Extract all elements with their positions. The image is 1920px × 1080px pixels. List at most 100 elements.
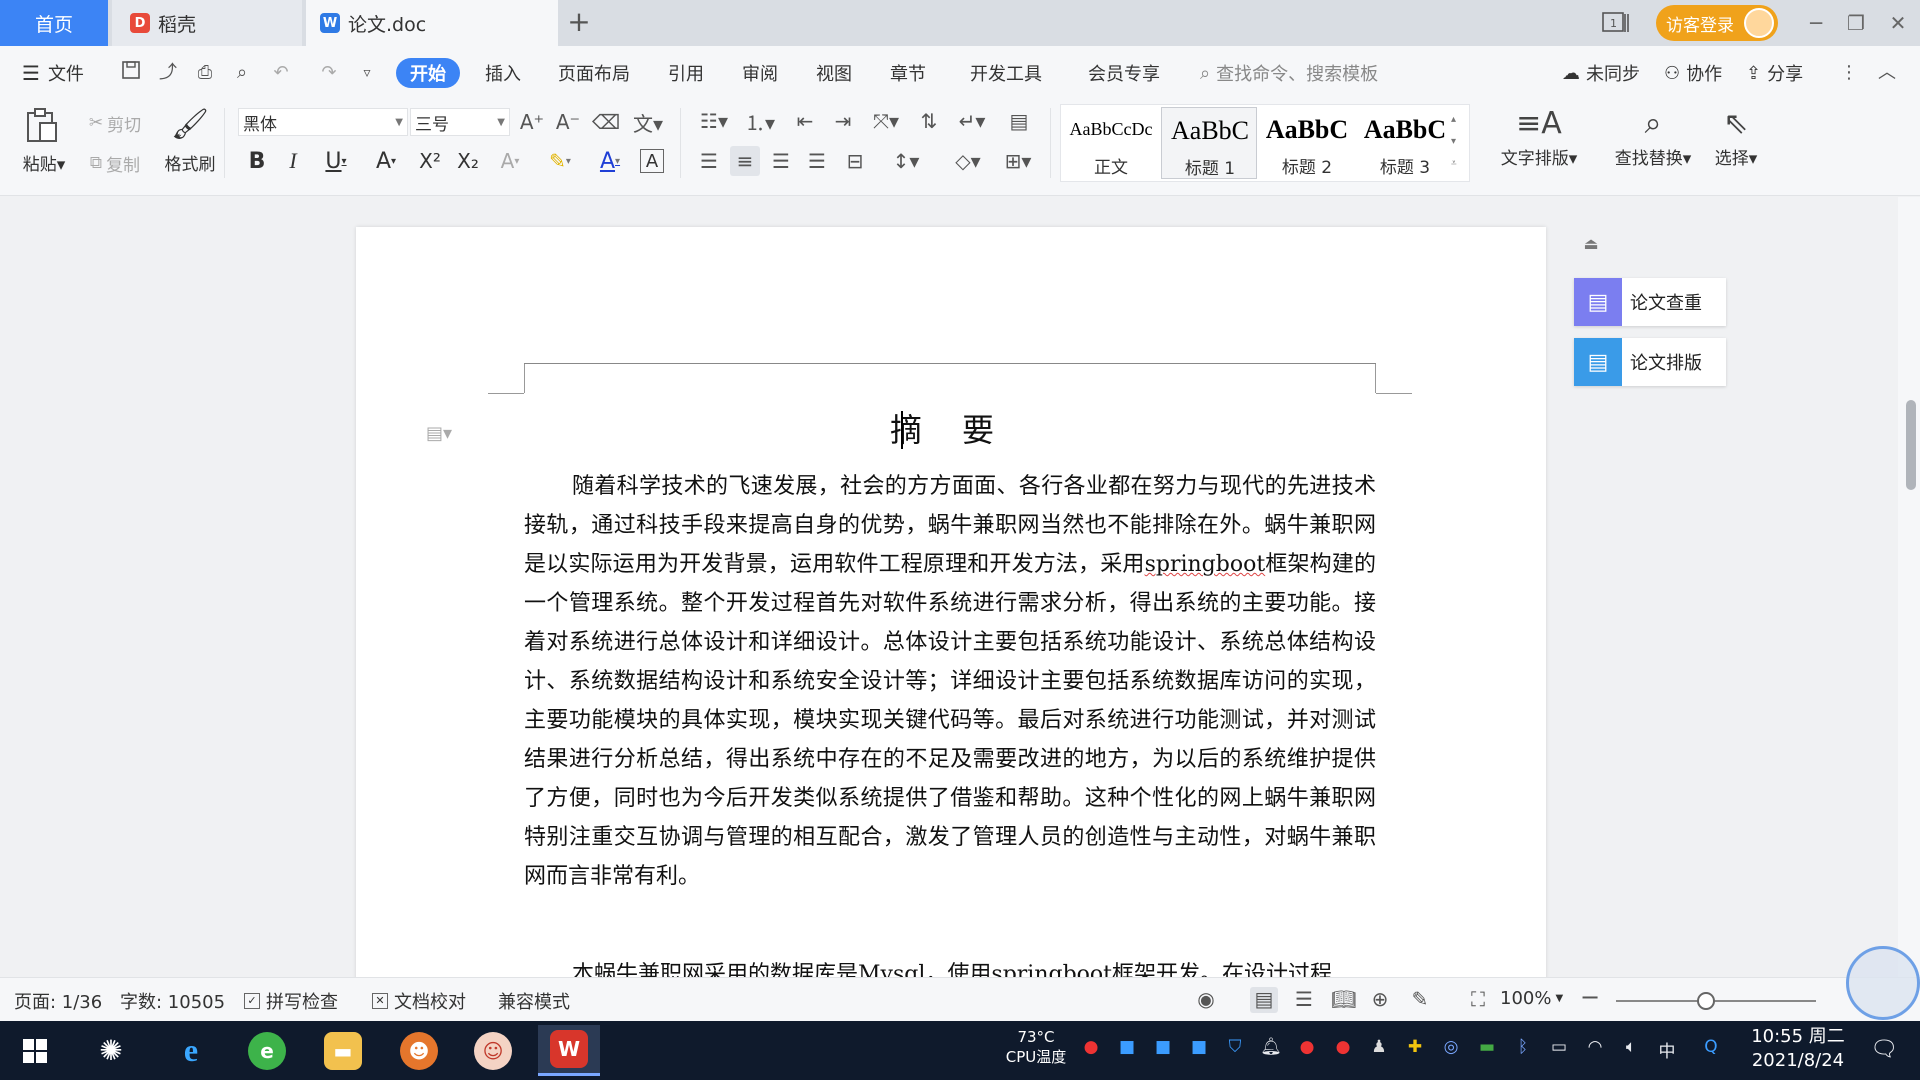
battery-icon[interactable]: ▭: [1548, 1037, 1570, 1061]
line-spacing-icon[interactable]: ↕▾: [886, 146, 926, 176]
fit-page-icon[interactable]: ⛶: [1464, 987, 1492, 1013]
font-color-icon[interactable]: A ▾: [588, 146, 632, 176]
text-direction-icon[interactable]: ⤧▾: [866, 106, 906, 136]
scrollbar-thumb[interactable]: [1906, 400, 1916, 490]
superscript-icon[interactable]: X²: [414, 146, 446, 176]
eye-protection-icon[interactable]: ◉: [1192, 987, 1220, 1013]
security-shield-icon[interactable]: ⛉: [1224, 1037, 1246, 1061]
decrease-font-icon[interactable]: A⁻: [554, 108, 582, 136]
more-icon[interactable]: ⋮: [1836, 60, 1862, 86]
tray-app-icon[interactable]: ■: [1188, 1037, 1210, 1061]
misspelled-word[interactable]: springboot: [991, 962, 1112, 977]
tray-app-icon[interactable]: ✚: [1404, 1037, 1426, 1061]
pinwheel-app-icon[interactable]: ✺: [80, 1025, 142, 1076]
system-clock[interactable]: 10:55 周二 2021/8/24: [1746, 1025, 1850, 1073]
italic-icon[interactable]: I: [278, 146, 308, 176]
sort-icon[interactable]: ⇅: [914, 106, 944, 136]
menu-developer[interactable]: 开发工具: [970, 58, 1042, 88]
menu-references[interactable]: 引用: [668, 58, 704, 88]
floating-assistant[interactable]: [1846, 946, 1920, 1020]
share-button[interactable]: ⇪ 分享: [1746, 58, 1803, 88]
align-right-icon[interactable]: ☰: [766, 146, 796, 176]
start-button[interactable]: [4, 1025, 66, 1076]
zoom-select[interactable]: 100% ▼: [1500, 988, 1563, 1009]
find-replace-button[interactable]: ⌕ 查找替换▾: [1608, 104, 1698, 180]
tab-document[interactable]: W 论文.doc: [306, 0, 558, 46]
thesis-layout-button[interactable]: ▤ 论文排版: [1574, 338, 1726, 386]
close-button[interactable]: ✕: [1880, 6, 1916, 40]
proofread-button[interactable]: ✕ 文档校对: [372, 988, 466, 1014]
cpu-temperature[interactable]: 73°C CPU温度: [996, 1027, 1076, 1067]
vertical-scrollbar[interactable]: [1898, 197, 1920, 977]
misspelled-word[interactable]: springboot: [1145, 552, 1266, 577]
borders-icon[interactable]: ⊞▾: [998, 146, 1038, 176]
tray-app-icon[interactable]: ●: [1332, 1037, 1354, 1061]
avatar-app-icon[interactable]: ☺: [462, 1025, 524, 1076]
char-border-icon[interactable]: A: [640, 149, 664, 173]
print-preview-icon[interactable]: ⌕: [229, 60, 255, 86]
sync-button[interactable]: ☁ 未同步: [1562, 58, 1640, 88]
copy-button[interactable]: ⧉ 复制: [80, 148, 150, 178]
volume-icon[interactable]: 🔈︎: [1620, 1037, 1642, 1061]
style-heading-3[interactable]: AaBbC 标题 3: [1357, 107, 1453, 179]
outline-view-icon[interactable]: ☰: [1290, 987, 1318, 1013]
menu-page-layout[interactable]: 页面布局: [558, 58, 630, 88]
menu-chapter[interactable]: 章节: [890, 58, 926, 88]
login-button[interactable]: 访客登录: [1656, 5, 1778, 41]
action-center-icon[interactable]: 🗨︎: [1870, 1037, 1898, 1062]
redo-icon[interactable]: ↷: [316, 60, 342, 86]
notification-bell-icon[interactable]: 🔔︎: [1260, 1037, 1282, 1061]
shading-icon[interactable]: ◇▾: [948, 146, 988, 176]
qq-icon[interactable]: ♟: [1368, 1037, 1390, 1061]
collab-button[interactable]: ⚇ 协作: [1664, 58, 1722, 88]
restore-button[interactable]: ❐: [1838, 6, 1874, 40]
styles-scroll-icon[interactable]: ▴ ▾ ⩡: [1451, 109, 1457, 175]
format-painter-icon[interactable]: 🖌︎: [171, 104, 209, 144]
paste-button[interactable]: 粘贴▾: [16, 150, 72, 175]
distribute-icon[interactable]: ⊟: [840, 146, 870, 176]
save-icon[interactable]: [118, 60, 144, 86]
style-heading-1[interactable]: AaBbC 标题 1: [1161, 107, 1257, 179]
tray-app-icon[interactable]: ◎: [1440, 1037, 1462, 1061]
bluetooth-icon[interactable]: ᛒ: [1512, 1037, 1534, 1061]
menu-review[interactable]: 审阅: [742, 58, 778, 88]
increase-indent-icon[interactable]: ⇥: [828, 106, 858, 136]
align-left-icon[interactable]: ☰: [694, 146, 724, 176]
new-tab-button[interactable]: +: [562, 6, 596, 40]
strikethrough-icon[interactable]: A ▾: [364, 146, 408, 176]
text-layout-button[interactable]: ≡A 文字排版▾: [1494, 104, 1584, 180]
tray-app-icon[interactable]: ●: [1296, 1037, 1318, 1061]
input-method-indicator[interactable]: 中: [1656, 1037, 1678, 1062]
format-painter-button[interactable]: 格式刷: [160, 150, 220, 175]
misspelled-word[interactable]: Mysql: [858, 962, 925, 977]
spell-check-button[interactable]: ✓ 拼写检查: [244, 988, 338, 1014]
zoom-slider-handle[interactable]: [1697, 992, 1715, 1010]
undo-icon[interactable]: ↶: [268, 60, 294, 86]
tab-docer[interactable]: D 稻壳: [112, 0, 302, 46]
clear-format-icon[interactable]: ⌫: [592, 108, 620, 136]
command-search[interactable]: ⌕ 查找命令、搜索模板: [1200, 58, 1378, 88]
menu-insert[interactable]: 插入: [485, 58, 521, 88]
print-icon[interactable]: ⎙: [192, 60, 218, 86]
writing-mode-icon[interactable]: ✎: [1406, 987, 1434, 1013]
font-size-select[interactable]: 三号 ▼: [410, 108, 510, 136]
thesis-check-button[interactable]: ▤ 论文查重: [1574, 278, 1726, 326]
text-effect-icon[interactable]: A ▾: [490, 146, 530, 176]
gpu-icon[interactable]: ▬: [1476, 1037, 1498, 1061]
document-title[interactable]: 摘 要: [524, 405, 1376, 451]
minimize-button[interactable]: ─: [1798, 6, 1834, 40]
ruler-icon[interactable]: ▤: [1002, 106, 1036, 136]
tray-app-icon[interactable]: ●: [1080, 1037, 1102, 1061]
window-layout-icon[interactable]: 1: [1596, 0, 1636, 46]
cut-button[interactable]: ✂ 剪切: [80, 108, 150, 138]
zoom-slider[interactable]: [1616, 1000, 1816, 1002]
wps-app-icon[interactable]: W: [538, 1025, 600, 1076]
select-button[interactable]: ⇖ 选择▾: [1696, 104, 1776, 180]
word-count[interactable]: 字数: 10505: [120, 988, 225, 1014]
file-menu[interactable]: ☰ 文件: [22, 58, 84, 88]
customize-toolbar-icon[interactable]: ▿: [354, 60, 380, 86]
reading-view-icon[interactable]: 📖︎: [1330, 987, 1358, 1013]
document-page[interactable]: ▤▾ 摘 要 随着科学技术的飞速发展，社会的方方面面、各行各业都在努力与现代的先…: [356, 227, 1546, 977]
menu-member[interactable]: 会员专享: [1088, 58, 1160, 88]
export-pdf-icon[interactable]: ⤴: [155, 60, 181, 86]
